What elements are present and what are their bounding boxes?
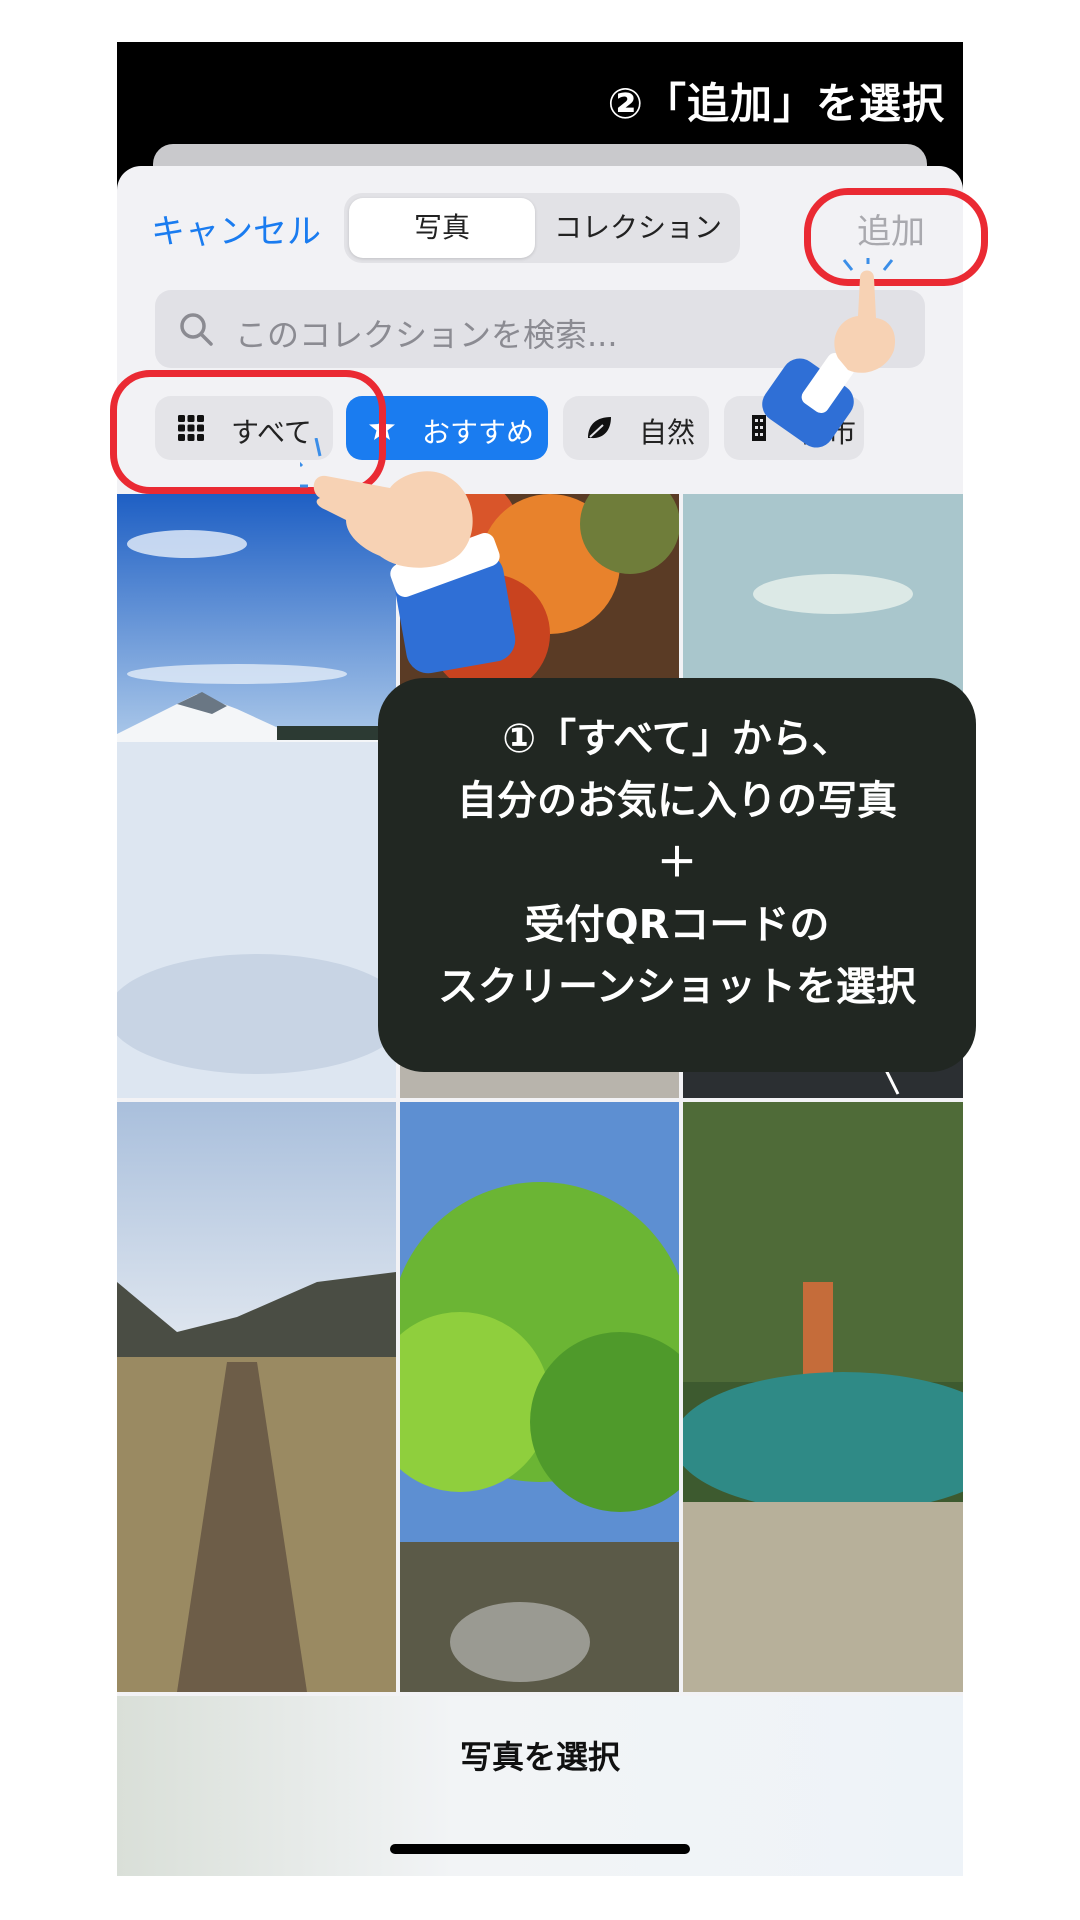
photo-tile-mountain-path[interactable] [117, 1102, 396, 1692]
step1-callout: ①「すべて」から、 自分のお気に入りの写真 ＋ 受付QRコードの スクリーンショ… [378, 678, 976, 1072]
pointing-hand-icon [762, 258, 896, 448]
pointing-hand-icon [300, 438, 516, 674]
chip-nature-label: 自然 [639, 416, 696, 449]
home-indicator [390, 1844, 690, 1854]
callout-line-4: 受付QRコードの [524, 902, 830, 948]
leaf-icon [588, 417, 611, 439]
photo-tile-waterfall-lake[interactable] [683, 1102, 963, 1692]
step2-annotation: ②「追加」を選択 [607, 79, 945, 128]
bottom-bar: 写真を選択 [117, 1696, 963, 1876]
cancel-button[interactable]: キャンセル [151, 204, 321, 253]
callout-line-1: ①「すべて」から、 [502, 716, 852, 762]
tab-collections[interactable]: コレクション [540, 198, 736, 258]
bottom-title: 写真を選択 [459, 1738, 620, 1776]
callout-line-3: ＋ [657, 840, 697, 886]
segmented-control: 写真 コレクション [344, 193, 740, 263]
callout-line-5: スクリーンショットを選択 [438, 964, 916, 1010]
chip-nature[interactable]: 自然 [563, 396, 709, 460]
tab-photos[interactable]: 写真 [349, 198, 535, 258]
search-icon [180, 313, 213, 346]
photo-tile-green-tree[interactable] [400, 1102, 679, 1692]
callout-line-2: 自分のお気に入りの写真 [457, 778, 897, 824]
search-placeholder: このコレクションを検索... [235, 316, 618, 354]
